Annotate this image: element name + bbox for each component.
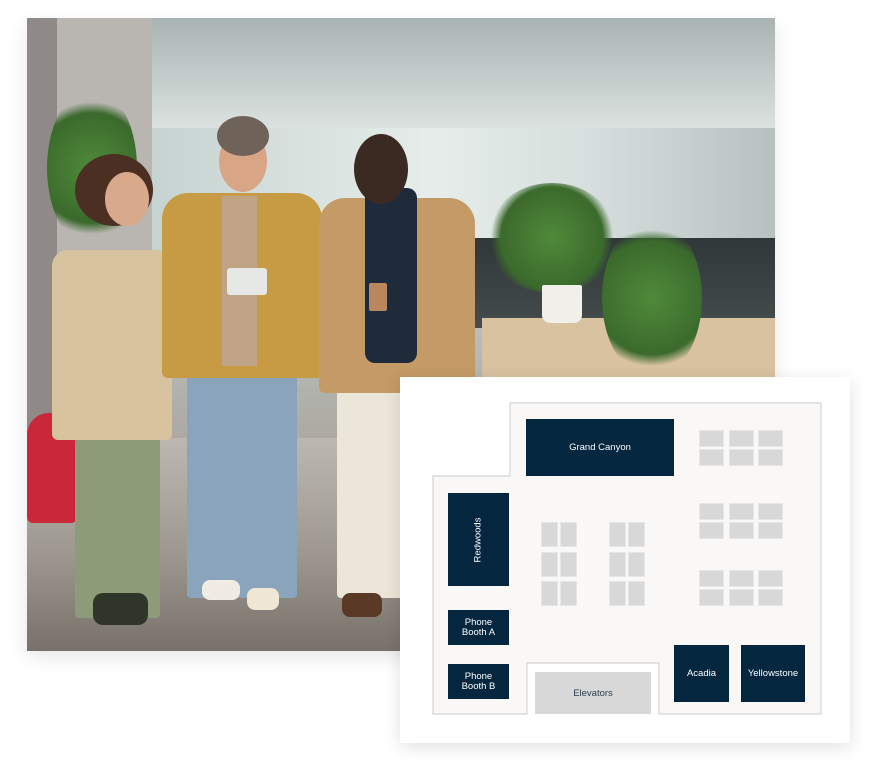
desk[interactable]: [699, 570, 724, 587]
desk[interactable]: [758, 503, 783, 520]
photo-plant-right: [487, 183, 617, 293]
room-redwoods[interactable]: Redwoods: [448, 493, 509, 586]
desk[interactable]: [609, 522, 626, 547]
desk[interactable]: [560, 551, 577, 577]
room-yellowstone[interactable]: Yellowstone: [741, 645, 805, 702]
room-label: Redwoods: [472, 517, 484, 562]
floor-plan-card: Grand Canyon Redwoods Phone Booth A Phon…: [400, 377, 850, 743]
photo-plant-pot: [542, 285, 582, 323]
desk[interactable]: [560, 581, 577, 606]
desk[interactable]: [758, 430, 783, 447]
desk[interactable]: [729, 522, 754, 539]
desk[interactable]: [729, 589, 754, 606]
desk[interactable]: [729, 503, 754, 520]
room-label: Yellowstone: [747, 667, 799, 679]
room-label: Grand Canyon: [569, 441, 631, 453]
desk[interactable]: [729, 570, 754, 587]
desk[interactable]: [628, 551, 645, 577]
room-phone-booth-a[interactable]: Phone Booth A: [448, 610, 509, 645]
desk[interactable]: [541, 551, 558, 577]
desk[interactable]: [729, 430, 754, 447]
room-grand-canyon[interactable]: Grand Canyon: [526, 419, 674, 476]
desk[interactable]: [541, 522, 558, 547]
desk[interactable]: [628, 581, 645, 606]
desk[interactable]: [699, 503, 724, 520]
desk[interactable]: [609, 581, 626, 606]
room-label: Phone Booth A: [461, 616, 496, 638]
desk[interactable]: [729, 449, 754, 466]
desk[interactable]: [699, 430, 724, 447]
photo-plant-far-right: [602, 218, 702, 378]
room-label: Acadia: [686, 667, 717, 679]
desk[interactable]: [758, 522, 783, 539]
room-phone-booth-b[interactable]: Phone Booth B: [448, 664, 509, 699]
desk[interactable]: [609, 551, 626, 577]
photo-ceiling: [152, 18, 775, 128]
desk[interactable]: [628, 522, 645, 547]
desk[interactable]: [541, 581, 558, 606]
desk[interactable]: [699, 449, 724, 466]
room-acadia[interactable]: Acadia: [674, 645, 729, 702]
desk[interactable]: [758, 449, 783, 466]
desk[interactable]: [699, 522, 724, 539]
desk[interactable]: [560, 522, 577, 547]
elevators: Elevators: [535, 672, 651, 714]
desk[interactable]: [758, 589, 783, 606]
elevators-label: Elevators: [573, 687, 613, 699]
room-label: Phone Booth B: [461, 670, 496, 692]
desk[interactable]: [758, 570, 783, 587]
desk[interactable]: [699, 589, 724, 606]
